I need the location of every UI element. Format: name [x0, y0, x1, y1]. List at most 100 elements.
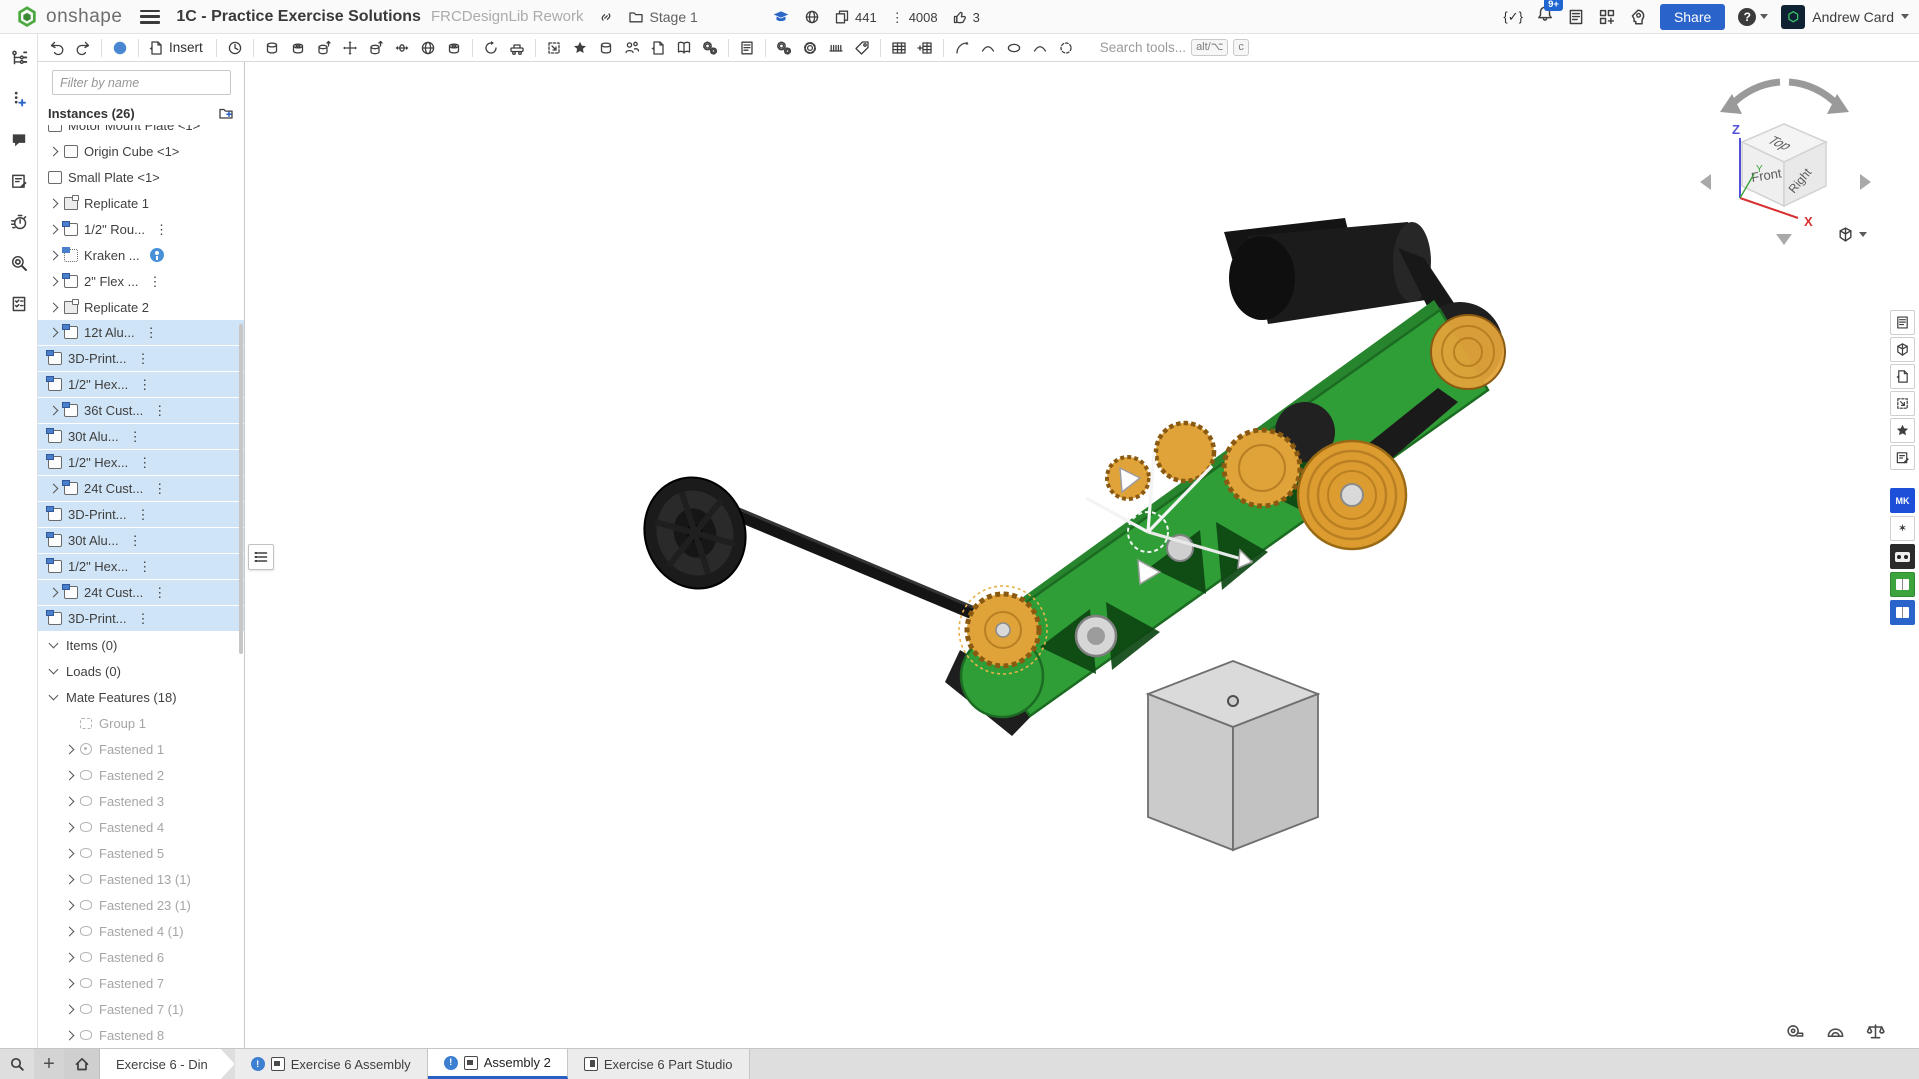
instance-row[interactable]: 30t Alu... ⋮	[38, 424, 244, 450]
expand-chevron-icon[interactable]	[62, 845, 78, 861]
mass-properties-icon[interactable]	[1863, 1020, 1887, 1042]
fastened-mate-icon[interactable]	[259, 36, 285, 60]
folder-breadcrumb[interactable]: Stage 1	[628, 9, 698, 25]
expand-chevron-icon[interactable]	[46, 195, 62, 211]
mate-feature-row[interactable]: Fastened 7	[38, 970, 244, 996]
expand-chevron-icon[interactable]	[62, 741, 78, 757]
format-panel-icon[interactable]	[1890, 445, 1915, 470]
copies-stat[interactable]: 441	[834, 9, 877, 25]
featurescript-check-icon[interactable]: {✓}	[1503, 9, 1523, 25]
collapse-chevron-icon[interactable]	[46, 689, 62, 705]
mate-feature-row[interactable]: Fastened 8	[38, 1022, 244, 1048]
robot-app-icon[interactable]	[1890, 544, 1915, 569]
versions-history-panel-icon[interactable]	[6, 87, 32, 111]
versions-cube-panel-icon[interactable]	[1890, 337, 1915, 362]
instance-row[interactable]: Replicate 2	[38, 294, 244, 320]
activity-history-panel-icon[interactable]	[6, 210, 32, 234]
mate-feature-row[interactable]: Fastened 13 (1)	[38, 866, 244, 892]
expand-chevron-icon[interactable]	[62, 1001, 78, 1017]
document-link[interactable]	[598, 9, 614, 25]
instance-row[interactable]: 24t Cust... ⋮	[38, 580, 244, 606]
app-switcher-icon[interactable]	[1598, 8, 1616, 26]
instance-row[interactable]: 24t Cust... ⋮	[38, 476, 244, 502]
exploded-view-icon[interactable]	[567, 36, 593, 60]
expand-chevron-icon[interactable]	[46, 143, 62, 159]
mate-icon[interactable]	[107, 36, 133, 60]
section-row[interactable]: Loads (0)	[38, 658, 244, 684]
rotate-right-arrow[interactable]	[1860, 174, 1871, 190]
transform-icon[interactable]	[541, 36, 567, 60]
assembly-structure-panel-icon[interactable]	[6, 46, 32, 70]
tasks-panel-icon[interactable]	[6, 292, 32, 316]
tab-info-icon[interactable]: !	[251, 1057, 265, 1071]
derived-part-panel-icon[interactable]	[1890, 364, 1915, 389]
new-tab-button[interactable]: +	[34, 1049, 64, 1079]
search-tools-input[interactable]: Search tools... alt/⌥ c	[1093, 36, 1256, 59]
mate-feature-row[interactable]: Fastened 1	[38, 736, 244, 762]
expand-chevron-icon[interactable]	[46, 247, 62, 263]
expand-chevron-icon[interactable]	[62, 949, 78, 965]
view-menu-button[interactable]	[1837, 226, 1867, 243]
expand-chevron-icon[interactable]	[46, 585, 62, 601]
section-row[interactable]: Items (0)	[38, 632, 244, 658]
mate-feature-row[interactable]: Fastened 2	[38, 762, 244, 788]
link-icon[interactable]	[598, 9, 614, 25]
section-row[interactable]: Mate Features (18)	[38, 684, 244, 710]
expand-chevron-icon[interactable]	[46, 325, 62, 341]
onshape-logo-icon[interactable]	[16, 6, 38, 28]
assembly-3d-scene[interactable]	[245, 62, 1919, 1048]
tape-measure-icon[interactable]	[1783, 1020, 1807, 1042]
mate-feature-row[interactable]: Fastened 23 (1)	[38, 892, 244, 918]
display-states-icon[interactable]	[593, 36, 619, 60]
instance-row[interactable]: 1/2" Hex... ⋮	[38, 554, 244, 580]
protractor-icon[interactable]	[1823, 1020, 1847, 1042]
in-context-edit-icon[interactable]	[645, 36, 671, 60]
insert-button[interactable]: Insert	[144, 38, 211, 58]
section-view-icon[interactable]	[975, 36, 1001, 60]
expand-chevron-icon[interactable]	[62, 767, 78, 783]
green-library-app-icon[interactable]	[1890, 572, 1915, 597]
relations-icon[interactable]	[697, 36, 723, 60]
drag-icon[interactable]	[504, 36, 530, 60]
instance-row[interactable]: Replicate 1	[38, 190, 244, 216]
undo-icon[interactable]	[44, 36, 70, 60]
expand-chevron-icon[interactable]	[62, 793, 78, 809]
butterfly-app-icon[interactable]: ✶	[1890, 516, 1915, 541]
public-globe-icon[interactable]	[804, 9, 820, 25]
view-cube[interactable]: Top Front Right Z X Y	[1692, 76, 1877, 251]
notifications-button[interactable]: 9+	[1536, 5, 1554, 28]
tab-search-button[interactable]	[0, 1049, 34, 1079]
tab-assembly-2[interactable]: ! Assembly 2	[428, 1049, 568, 1079]
instance-row[interactable]: Small Plate <1>	[38, 164, 244, 190]
expand-chevron-icon[interactable]	[62, 975, 78, 991]
tab-info-icon[interactable]: !	[444, 1056, 458, 1070]
mate-feature-row[interactable]: Fastened 4 (1)	[38, 918, 244, 944]
redo-icon[interactable]	[70, 36, 96, 60]
advanced-search-panel-icon[interactable]	[6, 251, 32, 275]
app-diamond-icon[interactable]	[1890, 418, 1915, 443]
instance-row[interactable]: 3D-Print... ⋮	[38, 346, 244, 372]
rotate-down-arrow[interactable]	[1776, 234, 1792, 245]
sketch-panel-icon[interactable]	[1890, 391, 1915, 416]
expand-chevron-icon[interactable]	[62, 871, 78, 887]
revolute-mate-icon[interactable]	[285, 36, 311, 60]
table-icon[interactable]	[886, 36, 912, 60]
configuration-icon[interactable]	[797, 36, 823, 60]
help-menu[interactable]: ?	[1738, 8, 1768, 26]
tag-icon[interactable]	[849, 36, 875, 60]
instance-row[interactable]: 1/2" Hex... ⋮	[38, 450, 244, 476]
rack-relation-icon[interactable]	[823, 36, 849, 60]
folder-label[interactable]: Stage 1	[650, 9, 698, 25]
expand-chevron-icon[interactable]	[62, 897, 78, 913]
appearance-icon[interactable]	[1001, 36, 1027, 60]
views-stat[interactable]: ⋮ 4008	[891, 10, 938, 25]
collapse-chevron-icon[interactable]	[46, 637, 62, 653]
snapshot-icon[interactable]	[478, 36, 504, 60]
comments-panel-icon[interactable]	[6, 128, 32, 152]
instance-row[interactable]: 1/2" Rou... ⋮	[38, 216, 244, 242]
instance-row[interactable]: Kraken ...	[38, 242, 244, 268]
cylindrical-mate-icon[interactable]	[363, 36, 389, 60]
mate-feature-row[interactable]: Fastened 4	[38, 814, 244, 840]
panel-scrollbar[interactable]	[239, 324, 243, 654]
spline-tool-icon[interactable]	[949, 36, 975, 60]
